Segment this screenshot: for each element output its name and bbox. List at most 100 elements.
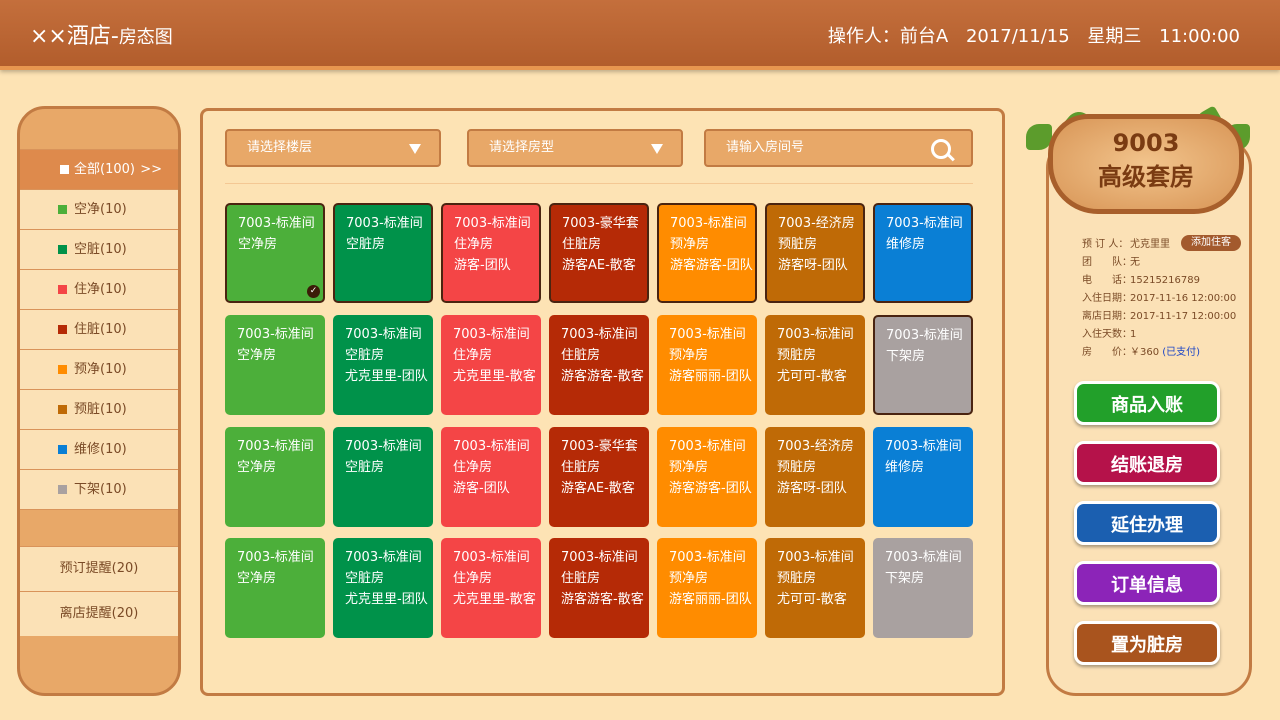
room-card[interactable]: 7003-标准间 住脏房 游客游客-散客 — [549, 538, 649, 638]
room-guest: 游客-团队 — [453, 481, 510, 496]
room-card[interactable]: 7003-标准间 空脏房 尤克里里-团队 — [333, 315, 433, 415]
filter-occupied-dirty[interactable]: 住脏(10) — [20, 309, 178, 349]
room-status: 下架房 — [885, 571, 925, 586]
filter-offline[interactable]: 下架(10) — [20, 469, 178, 509]
status-filter-sidebar: 全部(100) >> 空净(10) 空脏(10) 住净(10) 住脏(10) 预… — [17, 106, 181, 696]
floor-select[interactable]: 请选择楼层 — [225, 129, 441, 167]
filter-reserved-clean[interactable]: 预净(10) — [20, 349, 178, 389]
caret-down-icon — [651, 144, 663, 154]
action-button-4[interactable]: 置为脏房 — [1074, 621, 1220, 665]
room-card[interactable]: 7003-标准间 住净房游客-团队 — [441, 427, 541, 527]
room-card[interactable]: 7003-经济房 预脏房 游客呀-团队 — [765, 427, 865, 527]
current-date: 2017/11/15 — [965, 26, 1070, 47]
room-status: 住净房 — [453, 348, 493, 363]
room-status: 预净房 — [670, 237, 710, 252]
sidebar-top-cap — [20, 109, 178, 149]
room-guest: 尤克里里-团队 — [345, 592, 428, 607]
room-guest: 游客游客-团队 — [669, 481, 752, 496]
room-number-type: 7003-标准间 — [886, 216, 963, 231]
room-guest: 游客呀-团队 — [778, 258, 848, 273]
payment-status: (已支付) — [1162, 347, 1201, 358]
room-number-type: 7003-标准间 — [345, 550, 422, 565]
action-button-1[interactable]: 结账退房 — [1074, 441, 1220, 485]
room-card[interactable]: 7003-标准间 住净房 尤克里里-散客 — [441, 538, 541, 638]
add-guest-button[interactable]: 添加住客 — [1181, 235, 1241, 251]
room-status: 下架房 — [886, 349, 926, 364]
room-card[interactable]: 7003-标准间 预脏房尤可可-散客 — [765, 315, 865, 415]
checkout-reminder[interactable]: 离店提醒(20) — [20, 591, 178, 636]
current-time: 11:00:00 — [1159, 26, 1240, 47]
room-number-type: 7003-标准间 — [454, 216, 531, 231]
room-guest: 尤可可-散客 — [777, 369, 847, 384]
filter-occupied-clean[interactable]: 住净(10) — [20, 269, 178, 309]
filter-all[interactable]: 全部(100) >> — [20, 149, 178, 189]
room-card[interactable]: 7003-标准间 预净房 游客游客-团队 — [657, 203, 757, 303]
filter-vacant-clean[interactable]: 空净(10) — [20, 189, 178, 229]
room-number-type: 7003-标准间 — [669, 327, 746, 342]
room-card[interactable]: 7003-标准间 住脏房 游客游客-散客 — [549, 315, 649, 415]
room-card[interactable]: 7003-标准间 预净房 游客游客-团队 — [657, 427, 757, 527]
app-title-sub: 房态图 — [118, 27, 173, 48]
room-card[interactable]: 7003-标准间 维修房 — [873, 203, 973, 303]
room-card[interactable]: 7003-标准间 下架房 — [873, 315, 973, 415]
room-number-type: 7003-标准间 — [777, 327, 854, 342]
room-guest: 游客呀-团队 — [777, 481, 847, 496]
room-card[interactable]: 7003-标准间 下架房 — [873, 538, 973, 638]
current-weekday: 星期三 — [1087, 26, 1142, 47]
room-number-type: 7003-标准间 — [670, 216, 747, 231]
action-button-3[interactable]: 订单信息 — [1074, 561, 1220, 605]
room-card[interactable]: 7003-经济房 预脏房 游客呀-团队 — [765, 203, 865, 303]
room-status: 住净房 — [453, 460, 493, 475]
booker-label: 预 订 人： — [1082, 239, 1129, 250]
room-number-type: 7003-标准间 — [345, 439, 422, 454]
room-guest: 游客AE-散客 — [562, 258, 636, 273]
room-guest: 游客游客-散客 — [561, 592, 644, 607]
room-card[interactable]: 7003-标准间 住净房尤克里里-散客 — [441, 315, 541, 415]
double-chevron-right-icon: >> — [140, 162, 162, 177]
status-color-icon — [58, 365, 67, 374]
filter-reserved-dirty[interactable]: 预脏(10) — [20, 389, 178, 429]
room-card[interactable]: 7003-豪华套 住脏房 游客AE-散客 — [549, 427, 649, 527]
room-card[interactable]: 7003-标准间 空净房 — [225, 427, 325, 527]
filter-vacant-dirty[interactable]: 空脏(10) — [20, 229, 178, 269]
room-number-type: 7003-标准间 — [345, 327, 422, 342]
header-info: 操作人：前台A 2017/11/15 星期三 11:00:00 — [816, 22, 1240, 48]
room-card[interactable]: 7003-标准间 空脏房 — [333, 203, 433, 303]
room-number-placeholder: 请输入房间号 — [726, 140, 805, 155]
search-icon[interactable] — [931, 139, 951, 159]
room-guest: 尤克里里-散客 — [453, 592, 536, 607]
reservation-reminder[interactable]: 预订提醒(20) — [20, 546, 178, 591]
status-color-icon — [58, 405, 67, 414]
room-card[interactable]: 7003-标准间 预净房 游客丽丽-团队 — [657, 315, 757, 415]
action-button-2[interactable]: 延住办理 — [1074, 501, 1220, 545]
filter-maintenance[interactable]: 维修(10) — [20, 429, 178, 469]
room-card[interactable]: 7003-豪华套 住脏房 游客AE-散客 — [549, 203, 649, 303]
room-card[interactable]: 7003-标准间 住净房 游客-团队 — [441, 203, 541, 303]
room-number-type: 7003-标准间 — [777, 550, 854, 565]
room-card[interactable]: 7003-标准间 空脏房 尤克里里-团队 — [333, 538, 433, 638]
caret-down-icon — [409, 144, 421, 154]
action-button-0[interactable]: 商品入账 — [1074, 381, 1220, 425]
room-status: 住脏房 — [561, 460, 601, 475]
room-number-type: 7003-标准间 — [238, 216, 315, 231]
room-status: 预脏房 — [777, 571, 817, 586]
status-color-icon — [58, 285, 67, 294]
room-status: 空净房 — [238, 237, 278, 252]
room-card[interactable]: 7003-标准间 预脏房 尤可可-散客 — [765, 538, 865, 638]
room-number-type: 7003-标准间 — [237, 327, 314, 342]
room-number-input[interactable]: 请输入房间号 — [704, 129, 973, 167]
room-guest: 尤克里里-散客 — [453, 369, 536, 384]
room-number-type: 7003-标准间 — [453, 327, 530, 342]
room-status: 预脏房 — [777, 348, 817, 363]
room-card[interactable]: 7003-标准间 空净房 — [225, 538, 325, 638]
room-card[interactable]: 7003-标准间 空净房 — [225, 315, 325, 415]
room-card[interactable]: 7003-标准间 维修房 — [873, 427, 973, 527]
filter-label: 下架(10) — [74, 482, 127, 497]
room-type-select-placeholder: 请选择房型 — [489, 140, 555, 155]
room-card[interactable]: 7003-标准间 预净房 游客丽丽-团队 — [657, 538, 757, 638]
room-type-select[interactable]: 请选择房型 — [467, 129, 683, 167]
room-card[interactable]: 7003-标准间 空净房 ✓ — [225, 203, 325, 303]
room-card[interactable]: 7003-标准间 空脏房 — [333, 427, 433, 527]
room-number-type: 7003-标准间 — [453, 439, 530, 454]
filter-label: 预净(10) — [74, 362, 127, 377]
